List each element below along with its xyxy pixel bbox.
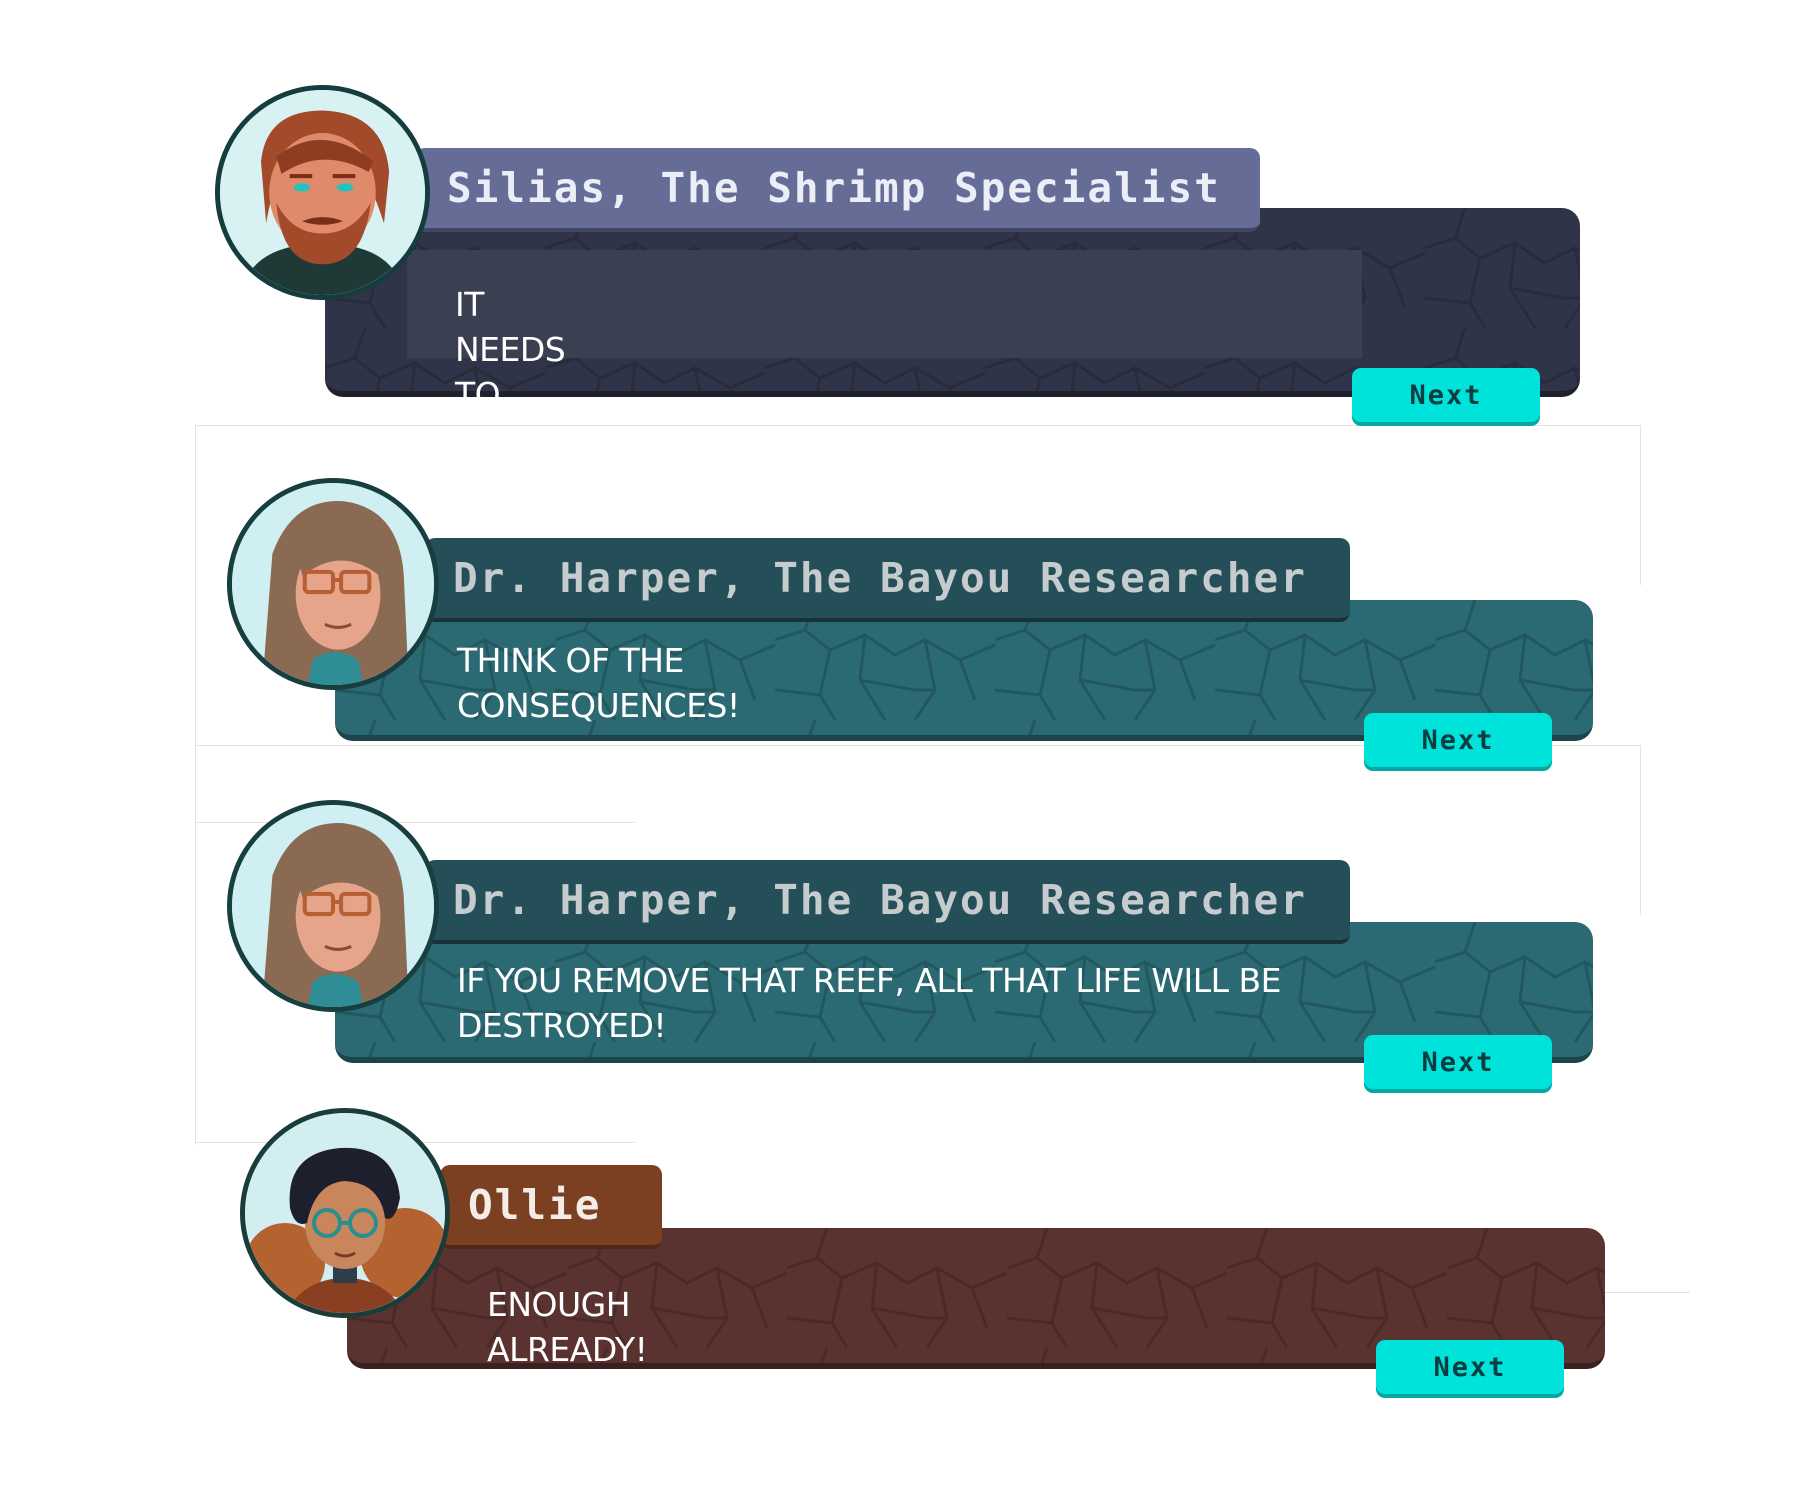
guide-line (195, 425, 196, 745)
guide-line (195, 425, 1640, 426)
gray-haired-woman-portrait-icon (227, 478, 439, 690)
dialog-message: IF YOU REMOVE THAT REEF, ALL THAT LIFE W… (457, 961, 1281, 1045)
dialog-message: IT NEEDS TO GO! (455, 285, 566, 459)
speaker-nameplate: Dr. Harper, The Bayou Researcher (425, 538, 1350, 622)
guide-line (1640, 425, 1641, 585)
next-button[interactable]: Next (1364, 1035, 1552, 1089)
speaker-nameplate: Silias, The Shrimp Specialist (415, 148, 1260, 232)
guide-line (195, 822, 635, 823)
dialog-message: ENOUGH ALREADY! I’m going to save the re… (487, 1285, 648, 1504)
bearded-man-portrait-icon (215, 85, 430, 300)
curly-haired-girl-portrait-icon (240, 1108, 450, 1318)
next-button[interactable]: Next (1376, 1340, 1564, 1394)
speaker-nameplate: Dr. Harper, The Bayou Researcher (425, 860, 1350, 944)
guide-line (1640, 745, 1641, 915)
gray-haired-woman-portrait-icon (227, 800, 439, 1012)
next-button[interactable]: Next (1364, 713, 1552, 767)
speaker-nameplate: Ollie (440, 1165, 662, 1249)
guide-line (195, 745, 196, 1145)
next-button[interactable]: Next (1352, 368, 1540, 422)
dialog-message: THINK OF THE CONSEQUENCES! (457, 641, 740, 725)
